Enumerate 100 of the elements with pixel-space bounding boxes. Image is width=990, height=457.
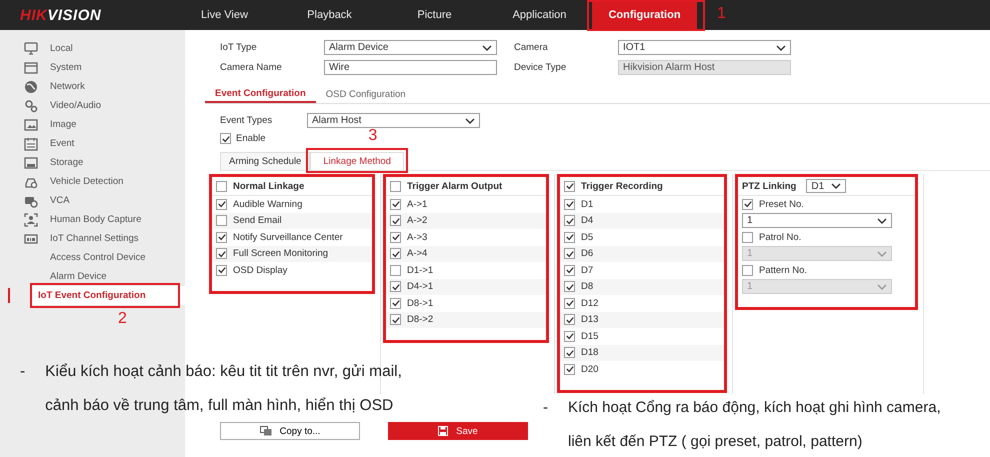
checkbox-label: D5 <box>581 232 594 243</box>
checkbox-label: D12 <box>581 298 598 309</box>
sidebar-item[interactable]: IoT Event Configuration <box>30 286 185 305</box>
dropdown[interactable]: 1 <box>742 213 892 228</box>
checkbox-label: D13 <box>581 314 598 326</box>
checkbox[interactable] <box>216 248 227 260</box>
checkbox-label: Notify Surveillance Center <box>233 232 343 243</box>
checkbox[interactable] <box>564 330 575 342</box>
note-text: liên kết đến PTZ ( gọi preset, patrol, pattern) <box>568 432 864 452</box>
action-button[interactable]: Copy to... <box>220 422 360 440</box>
sidebar-item[interactable]: Storage <box>0 153 185 172</box>
field-label: Camera <box>514 42 549 53</box>
checkbox[interactable] <box>564 180 575 192</box>
checkbox[interactable] <box>216 215 227 226</box>
checkbox[interactable] <box>216 180 227 192</box>
dropdown[interactable]: Alarm Device <box>324 40 497 55</box>
sidebar-item[interactable]: Human Body Capture <box>0 210 185 229</box>
gears-icon <box>24 98 38 112</box>
checkbox-label: D1->1 <box>407 264 434 276</box>
checkbox-label: Pattern No. <box>759 264 808 276</box>
caret-icon <box>877 250 887 257</box>
checkbox[interactable] <box>564 248 575 260</box>
sidebar-item[interactable]: Image <box>0 115 185 134</box>
checkbox[interactable] <box>220 133 231 144</box>
sidebar-item[interactable]: System <box>0 58 185 77</box>
checkbox[interactable] <box>742 264 753 276</box>
checkbox-label: D6 <box>581 248 594 260</box>
checkbox[interactable] <box>216 232 227 243</box>
checkbox[interactable] <box>390 264 401 276</box>
dropdown[interactable]: Alarm Host <box>307 113 480 128</box>
sidebar-item[interactable]: Network <box>0 77 185 96</box>
checkbox[interactable] <box>390 215 401 226</box>
checkbox-label: A->3 <box>407 232 428 243</box>
nav-tab[interactable]: Live View <box>172 0 277 30</box>
logo: HIKVISION <box>20 6 102 26</box>
checkbox[interactable] <box>390 232 401 243</box>
checkbox[interactable] <box>564 215 575 226</box>
checkbox[interactable] <box>564 281 575 292</box>
tab[interactable]: Arming Schedule <box>220 152 310 170</box>
sidebar-item[interactable]: Local <box>0 39 185 58</box>
chip-icon <box>24 232 38 246</box>
checkbox-label: D4->1 <box>407 281 434 292</box>
checkbox[interactable] <box>564 347 575 358</box>
checkbox-label: Audible Warning <box>233 198 302 210</box>
save-icon <box>438 426 448 436</box>
sidebar-item[interactable]: Event <box>0 134 185 153</box>
checkbox[interactable] <box>390 180 401 192</box>
panel-title: Trigger Recording <box>581 180 663 192</box>
nav-tab[interactable]: Playback <box>277 0 382 30</box>
field-label: Device Type <box>514 62 568 73</box>
tab[interactable]: OSD Configuration <box>316 85 416 103</box>
checkbox[interactable] <box>390 248 401 260</box>
checkbox[interactable] <box>564 232 575 243</box>
checkbox-label: D18 <box>581 347 598 358</box>
action-button[interactable]: Save <box>388 422 528 440</box>
sidebar-item[interactable]: Alarm Device <box>0 267 185 286</box>
sidebar-item[interactable]: Vehicle Detection <box>0 172 185 191</box>
sidebar-item[interactable]: Video/Audio <box>0 96 185 115</box>
checkbox[interactable] <box>564 364 575 375</box>
panel-title: Normal Linkage <box>233 180 304 192</box>
input-field[interactable]: Wire <box>324 60 497 75</box>
checkbox[interactable] <box>390 281 401 292</box>
checkbox-label: D4 <box>581 215 594 226</box>
caret-icon <box>465 118 475 124</box>
globe-icon <box>24 80 38 94</box>
panel-title: Trigger Alarm Output <box>407 180 502 192</box>
sidebar-item[interactable]: Access Control Device <box>0 248 185 267</box>
checkbox-label: A->2 <box>407 215 428 226</box>
copy-icon <box>260 426 272 436</box>
checkbox[interactable] <box>742 232 753 243</box>
calendar-icon <box>24 136 38 150</box>
checkbox-label: D8->2 <box>407 314 434 326</box>
sidebar-item[interactable]: VCA <box>0 191 185 210</box>
checkbox[interactable] <box>390 298 401 309</box>
checkbox-label: D8 <box>581 281 594 292</box>
sidebar-item[interactable]: IoT Channel Settings <box>0 229 185 248</box>
nav-tab[interactable]: Configuration <box>592 0 697 30</box>
nav-tab[interactable]: Application <box>487 0 592 30</box>
checkbox[interactable] <box>216 264 227 276</box>
nav-tab[interactable]: Picture <box>382 0 487 30</box>
bullet-dash: - <box>20 362 26 382</box>
checkbox[interactable] <box>390 314 401 326</box>
checkbox-label: A->1 <box>407 198 428 210</box>
checkbox[interactable] <box>742 198 753 210</box>
tab[interactable]: Event Configuration <box>205 85 316 103</box>
dropdown[interactable]: D1 <box>806 179 846 193</box>
caret-icon <box>482 44 492 50</box>
checkbox[interactable] <box>564 314 575 326</box>
checkbox-label: Enable <box>236 133 266 144</box>
tab[interactable]: Linkage Method <box>310 152 404 170</box>
checkbox[interactable] <box>564 298 575 309</box>
checkbox[interactable] <box>390 198 401 210</box>
checkbox[interactable] <box>564 264 575 276</box>
caret-icon <box>776 44 786 50</box>
caret-icon <box>831 183 842 189</box>
checkbox-label: Full Screen Monitoring <box>233 248 328 260</box>
checkbox[interactable] <box>564 198 575 210</box>
dropdown[interactable]: IOT1 <box>618 40 791 55</box>
checkbox[interactable] <box>216 198 227 210</box>
caret-icon <box>877 218 887 224</box>
